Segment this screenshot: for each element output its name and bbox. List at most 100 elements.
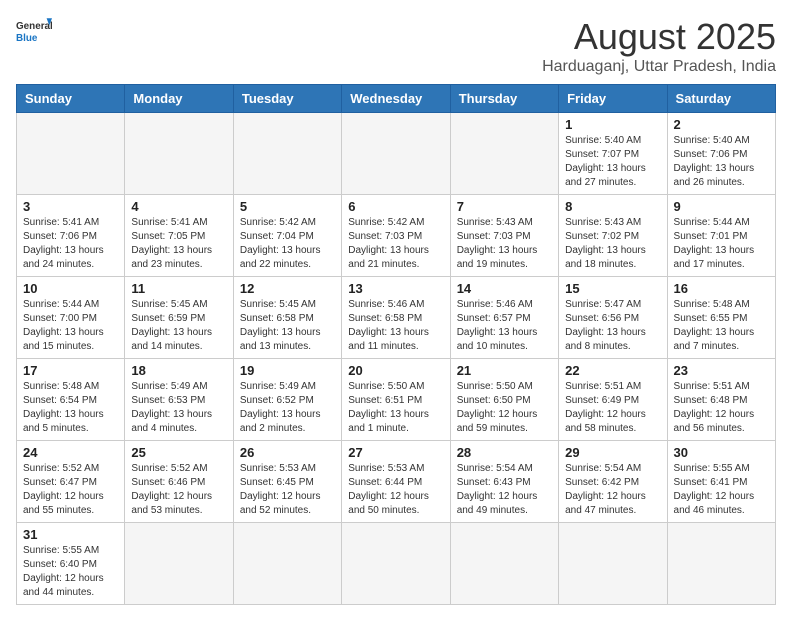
day-info: Sunrise: 5:55 AM Sunset: 6:41 PM Dayligh… bbox=[674, 462, 769, 518]
calendar-cell: 26 Sunrise: 5:53 AM Sunset: 6:45 PM Dayli… bbox=[233, 441, 341, 523]
calendar-cell: 6 Sunrise: 5:42 AM Sunset: 7:03 PM Daylig… bbox=[342, 195, 450, 277]
calendar-cell: 20Sunrise: 5:50 AM Sunset: 6:51 PM Dayli… bbox=[342, 359, 450, 441]
day-number: 5 bbox=[240, 199, 335, 214]
calendar-cell bbox=[667, 523, 775, 605]
calendar-cell bbox=[125, 523, 233, 605]
day-info: Sunrise: 5:54 AM Sunset: 6:43 PM Dayligh… bbox=[457, 462, 552, 518]
day-info: Sunrise: 5:44 AM Sunset: 7:00 PM Dayligh… bbox=[23, 298, 118, 354]
day-number: 25 bbox=[131, 445, 226, 460]
day-info: Sunrise: 5:44 AM Sunset: 7:01 PM Dayligh… bbox=[674, 216, 769, 272]
calendar-cell: 13 Sunrise: 5:46 AM Sunset: 6:58 PM Dayli… bbox=[342, 277, 450, 359]
calendar-cell: 25 Sunrise: 5:52 AM Sunset: 6:46 PM Dayli… bbox=[125, 441, 233, 523]
week-row-5: 24Sunrise: 5:52 AM Sunset: 6:47 PM Dayli… bbox=[17, 441, 776, 523]
day-info: Sunrise: 5:46 AM Sunset: 6:58 PM Dayligh… bbox=[348, 298, 443, 354]
day-number: 15 bbox=[565, 281, 660, 296]
svg-text:General: General bbox=[16, 21, 52, 32]
day-info: Sunrise: 5:45 AM Sunset: 6:58 PM Dayligh… bbox=[240, 298, 335, 354]
calendar-cell: 15 Sunrise: 5:47 AM Sunset: 6:56 PM Dayli… bbox=[559, 277, 667, 359]
calendar-cell: 2Sunrise: 5:40 AM Sunset: 7:06 PM Daylig… bbox=[667, 113, 775, 195]
day-number: 1 bbox=[565, 117, 660, 132]
weekday-header-monday: Monday bbox=[125, 85, 233, 113]
day-info: Sunrise: 5:46 AM Sunset: 6:57 PM Dayligh… bbox=[457, 298, 552, 354]
week-row-1: 1 Sunrise: 5:40 AM Sunset: 7:07 PM Daylig… bbox=[17, 113, 776, 195]
day-info: Sunrise: 5:40 AM Sunset: 7:06 PM Dayligh… bbox=[674, 134, 769, 190]
day-number: 29 bbox=[565, 445, 660, 460]
weekday-header-tuesday: Tuesday bbox=[233, 85, 341, 113]
generalblue-logo-icon: General Blue bbox=[16, 16, 52, 44]
calendar-table: SundayMondayTuesdayWednesdayThursdayFrid… bbox=[16, 84, 776, 605]
day-number: 13 bbox=[348, 281, 443, 296]
title-area: August 2025 Harduaganj, Uttar Pradesh, I… bbox=[542, 16, 776, 76]
calendar-cell: 17 Sunrise: 5:48 AM Sunset: 6:54 PM Dayli… bbox=[17, 359, 125, 441]
calendar-cell: 19Sunrise: 5:49 AM Sunset: 6:52 PM Dayli… bbox=[233, 359, 341, 441]
day-number: 17 bbox=[23, 363, 118, 378]
calendar-cell bbox=[233, 113, 341, 195]
calendar-cell: 12Sunrise: 5:45 AM Sunset: 6:58 PM Dayli… bbox=[233, 277, 341, 359]
calendar-cell: 21Sunrise: 5:50 AM Sunset: 6:50 PM Dayli… bbox=[450, 359, 558, 441]
calendar-cell bbox=[342, 523, 450, 605]
day-number: 6 bbox=[348, 199, 443, 214]
day-number: 3 bbox=[23, 199, 118, 214]
calendar-cell: 14 Sunrise: 5:46 AM Sunset: 6:57 PM Dayli… bbox=[450, 277, 558, 359]
day-info: Sunrise: 5:51 AM Sunset: 6:48 PM Dayligh… bbox=[674, 380, 769, 436]
calendar-cell: 31 Sunrise: 5:55 AM Sunset: 6:40 PM Dayli… bbox=[17, 523, 125, 605]
day-number: 4 bbox=[131, 199, 226, 214]
day-number: 11 bbox=[131, 281, 226, 296]
day-info: Sunrise: 5:43 AM Sunset: 7:03 PM Dayligh… bbox=[457, 216, 552, 272]
week-row-4: 17 Sunrise: 5:48 AM Sunset: 6:54 PM Dayli… bbox=[17, 359, 776, 441]
day-number: 28 bbox=[457, 445, 552, 460]
day-number: 27 bbox=[348, 445, 443, 460]
week-row-2: 3 Sunrise: 5:41 AM Sunset: 7:06 PM Daylig… bbox=[17, 195, 776, 277]
day-number: 23 bbox=[674, 363, 769, 378]
calendar-cell bbox=[17, 113, 125, 195]
day-info: Sunrise: 5:54 AM Sunset: 6:42 PM Dayligh… bbox=[565, 462, 660, 518]
day-info: Sunrise: 5:48 AM Sunset: 6:54 PM Dayligh… bbox=[23, 380, 118, 436]
day-number: 18 bbox=[131, 363, 226, 378]
day-number: 10 bbox=[23, 281, 118, 296]
day-number: 24 bbox=[23, 445, 118, 460]
day-info: Sunrise: 5:45 AM Sunset: 6:59 PM Dayligh… bbox=[131, 298, 226, 354]
day-number: 20 bbox=[348, 363, 443, 378]
calendar-cell: 9Sunrise: 5:44 AM Sunset: 7:01 PM Daylig… bbox=[667, 195, 775, 277]
day-number: 22 bbox=[565, 363, 660, 378]
day-info: Sunrise: 5:47 AM Sunset: 6:56 PM Dayligh… bbox=[565, 298, 660, 354]
calendar-cell: 11 Sunrise: 5:45 AM Sunset: 6:59 PM Dayli… bbox=[125, 277, 233, 359]
calendar-cell bbox=[342, 113, 450, 195]
calendar-cell: 27 Sunrise: 5:53 AM Sunset: 6:44 PM Dayli… bbox=[342, 441, 450, 523]
calendar-cell: 16Sunrise: 5:48 AM Sunset: 6:55 PM Dayli… bbox=[667, 277, 775, 359]
day-number: 21 bbox=[457, 363, 552, 378]
day-info: Sunrise: 5:53 AM Sunset: 6:45 PM Dayligh… bbox=[240, 462, 335, 518]
day-number: 31 bbox=[23, 527, 118, 542]
weekday-header-wednesday: Wednesday bbox=[342, 85, 450, 113]
day-info: Sunrise: 5:49 AM Sunset: 6:53 PM Dayligh… bbox=[131, 380, 226, 436]
calendar-cell: 4 Sunrise: 5:41 AM Sunset: 7:05 PM Daylig… bbox=[125, 195, 233, 277]
location-title: Harduaganj, Uttar Pradesh, India bbox=[542, 58, 776, 76]
week-row-3: 10 Sunrise: 5:44 AM Sunset: 7:00 PM Dayli… bbox=[17, 277, 776, 359]
day-info: Sunrise: 5:42 AM Sunset: 7:03 PM Dayligh… bbox=[348, 216, 443, 272]
weekday-header-thursday: Thursday bbox=[450, 85, 558, 113]
day-info: Sunrise: 5:41 AM Sunset: 7:05 PM Dayligh… bbox=[131, 216, 226, 272]
day-info: Sunrise: 5:55 AM Sunset: 6:40 PM Dayligh… bbox=[23, 544, 118, 600]
header: General Blue August 2025 Harduaganj, Utt… bbox=[16, 16, 776, 76]
day-info: Sunrise: 5:49 AM Sunset: 6:52 PM Dayligh… bbox=[240, 380, 335, 436]
day-info: Sunrise: 5:42 AM Sunset: 7:04 PM Dayligh… bbox=[240, 216, 335, 272]
calendar-cell: 30Sunrise: 5:55 AM Sunset: 6:41 PM Dayli… bbox=[667, 441, 775, 523]
day-info: Sunrise: 5:52 AM Sunset: 6:46 PM Dayligh… bbox=[131, 462, 226, 518]
day-number: 26 bbox=[240, 445, 335, 460]
day-number: 14 bbox=[457, 281, 552, 296]
calendar-cell: 5 Sunrise: 5:42 AM Sunset: 7:04 PM Daylig… bbox=[233, 195, 341, 277]
calendar-cell bbox=[450, 113, 558, 195]
day-info: Sunrise: 5:41 AM Sunset: 7:06 PM Dayligh… bbox=[23, 216, 118, 272]
weekday-header-sunday: Sunday bbox=[17, 85, 125, 113]
weekday-header-friday: Friday bbox=[559, 85, 667, 113]
month-title: August 2025 bbox=[542, 16, 776, 58]
calendar-cell bbox=[233, 523, 341, 605]
calendar-cell: 10 Sunrise: 5:44 AM Sunset: 7:00 PM Dayli… bbox=[17, 277, 125, 359]
weekday-header-saturday: Saturday bbox=[667, 85, 775, 113]
day-info: Sunrise: 5:53 AM Sunset: 6:44 PM Dayligh… bbox=[348, 462, 443, 518]
calendar-cell: 29 Sunrise: 5:54 AM Sunset: 6:42 PM Dayli… bbox=[559, 441, 667, 523]
weekday-header-row: SundayMondayTuesdayWednesdayThursdayFrid… bbox=[17, 85, 776, 113]
day-info: Sunrise: 5:40 AM Sunset: 7:07 PM Dayligh… bbox=[565, 134, 660, 190]
calendar-cell: 8Sunrise: 5:43 AM Sunset: 7:02 PM Daylig… bbox=[559, 195, 667, 277]
svg-text:Blue: Blue bbox=[16, 33, 38, 44]
